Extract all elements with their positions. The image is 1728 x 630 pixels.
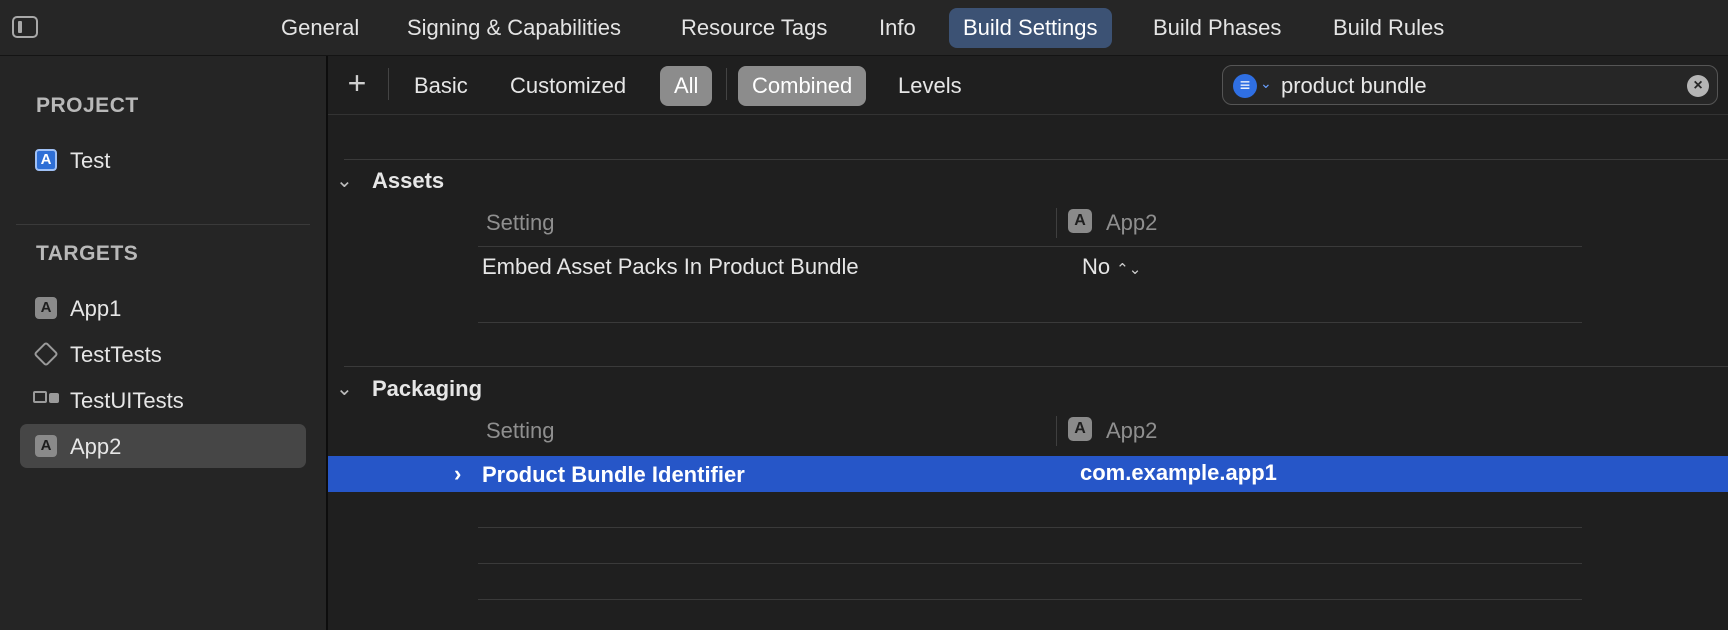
project-navigator-sidebar: PROJECT Test TARGETS App1 TestTests Test… [0,56,328,630]
ui-test-icon [33,391,59,409]
unit-test-icon [33,341,59,367]
filter-all-button[interactable]: All [660,66,713,106]
chevron-right-icon[interactable]: › [454,461,461,487]
sidebar-item-label: Test [70,148,111,173]
chevron-down-icon[interactable]: ⌄ [1260,75,1272,92]
search-input[interactable]: product bundle [1281,73,1427,99]
setting-name[interactable]: Embed Asset Packs In Product Bundle [482,254,859,280]
setting-name: Product Bundle Identifier [482,462,745,487]
app-target-icon [1068,417,1092,441]
view-levels-button[interactable]: Levels [884,66,976,106]
sidebar-item-label: TestUITests [70,388,184,413]
filter-basic-button[interactable]: Basic [400,66,482,106]
sidebar-item-testuitests[interactable]: TestUITests [20,378,306,422]
tab-build-phases[interactable]: Build Phases [1139,8,1295,48]
column-separator [1056,208,1057,238]
toolbar-separator [726,68,727,100]
build-settings-filter-bar: + Basic Customized All Combined Levels ⌄… [328,56,1728,115]
group-title: Assets [372,168,445,193]
table-row-selected[interactable]: › Product Bundle Identifier com.example.… [328,456,1728,492]
view-combined-button[interactable]: Combined [738,66,867,106]
targets-section-header: TARGETS [36,242,139,265]
tab-info[interactable]: Info [865,8,930,48]
row-divider [478,322,1582,323]
sidebar-item-testtests[interactable]: TestTests [20,332,306,376]
setting-value[interactable]: com.example.app1 [1080,460,1277,486]
toolbar-separator [388,68,389,100]
column-header-target[interactable]: App2 [1106,418,1157,444]
tab-build-settings[interactable]: Build Settings [949,8,1112,48]
filter-customized-button[interactable]: Customized [496,66,640,106]
build-settings-search-field[interactable]: ⌄ product bundle × [1222,65,1718,105]
sidebar-item-app1[interactable]: App1 [20,286,306,330]
chevron-down-icon[interactable]: ⌄ [336,168,353,193]
sidebar-toggle-icon[interactable] [12,16,38,38]
column-header-setting[interactable]: Setting [486,210,555,236]
add-build-setting-button[interactable]: + [342,65,372,101]
tab-general[interactable]: General [267,8,373,48]
project-section-header: PROJECT [36,94,139,117]
app-target-icon [35,297,57,319]
header-divider [478,246,1582,247]
editor-tab-bar: General Signing & Capabilities Resource … [0,0,1728,56]
chevron-down-icon[interactable]: ⌄ [336,376,353,401]
row-divider [478,599,1582,600]
row-divider [478,563,1582,564]
row-divider [478,527,1582,528]
tab-build-rules[interactable]: Build Rules [1319,8,1458,48]
sidebar-item-label: App2 [70,434,122,459]
column-header-setting[interactable]: Setting [486,418,555,444]
app-target-icon [1068,209,1092,233]
stepper-icon[interactable]: ⌃⌄ [1116,261,1141,278]
sidebar-item-label: TestTests [70,342,162,367]
column-separator [1056,416,1057,446]
sidebar-item-project-test[interactable]: Test [20,138,306,182]
app-target-icon [35,435,57,457]
filter-icon[interactable] [1233,73,1257,98]
group-divider [344,366,1728,367]
group-divider [344,159,1728,160]
column-header-target[interactable]: App2 [1106,210,1157,236]
tab-resource-tags[interactable]: Resource Tags [667,8,841,48]
setting-value-popup[interactable]: No ⌃⌄ [1082,254,1141,280]
sidebar-item-label: App1 [70,296,122,321]
group-title: Packaging [372,376,483,401]
project-icon [35,149,57,171]
build-settings-editor: + Basic Customized All Combined Levels ⌄… [328,56,1728,630]
sidebar-divider [16,224,310,225]
sidebar-item-app2[interactable]: App2 [20,424,306,468]
clear-icon[interactable]: × [1687,75,1709,97]
tab-signing-capabilities[interactable]: Signing & Capabilities [393,8,635,48]
setting-value: No [1082,254,1111,279]
